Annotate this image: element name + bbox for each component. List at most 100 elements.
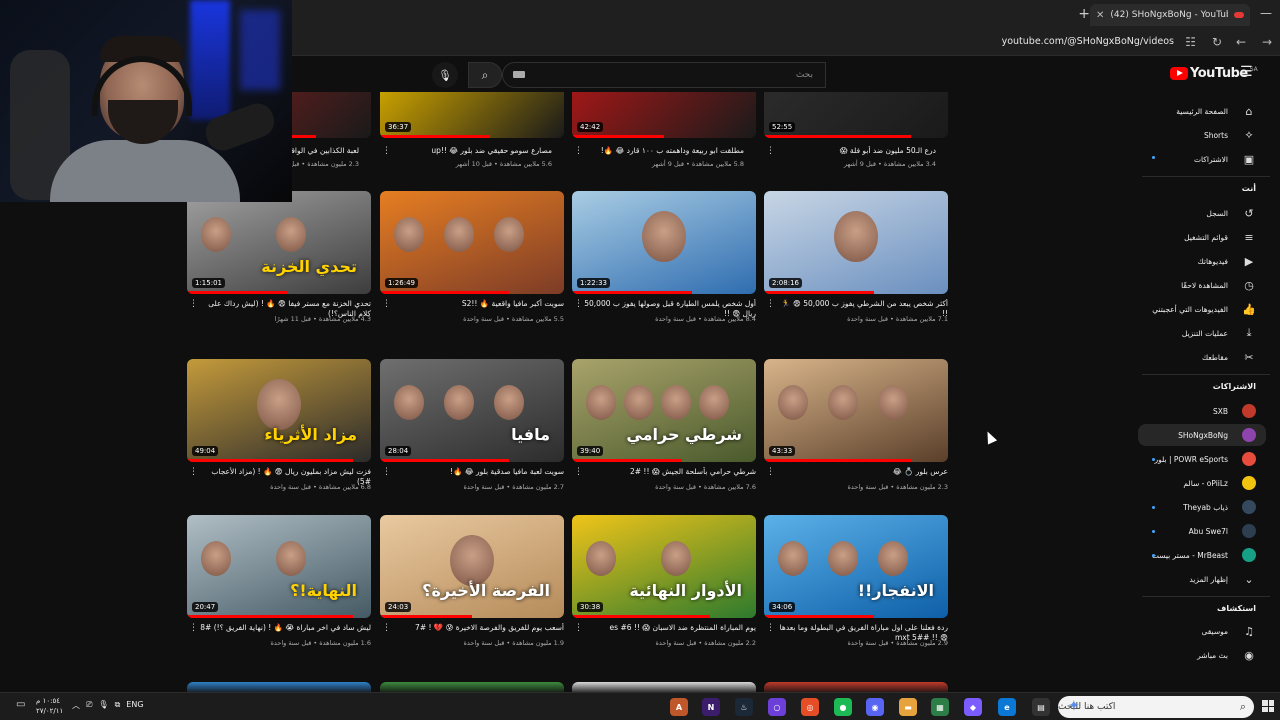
search-icon[interactable]: ⌕ xyxy=(468,62,502,88)
notification-icon[interactable]: ▭ xyxy=(16,699,25,710)
display-icon[interactable]: ⎚ xyxy=(86,700,92,711)
chrome-icon[interactable]: ◎ xyxy=(801,698,819,716)
spotify-icon[interactable]: ● xyxy=(834,698,852,716)
copilot-icon[interactable]: ◆ xyxy=(964,698,982,716)
sidebar-channel[interactable]: إظهار المزيد ⌄ xyxy=(1136,568,1256,590)
video-title[interactable]: مصارع سومو حقيقي ضد بلور 😂 !!up xyxy=(380,146,552,155)
task-view-icon[interactable]: ▤ xyxy=(1032,698,1050,716)
new-tab-button[interactable]: + xyxy=(1078,6,1090,22)
video-thumbnail[interactable]: 43:33 xyxy=(764,359,948,462)
sidebar-item-clips[interactable]: مقاطعك ✂ xyxy=(1136,346,1256,368)
video-card[interactable]: 1:22:33 ⋮ أول شخص يلمس الطيارة قبل وصولها … xyxy=(572,191,756,331)
sidebar-item-history[interactable]: السجل ↺ xyxy=(1136,202,1256,224)
discord-icon[interactable]: ◉ xyxy=(866,698,884,716)
file-explorer-icon[interactable]: ▬ xyxy=(899,698,917,716)
video-card[interactable]: 1:26:49 ⋮ سويت أكبر مافيا واقعية 🔥 !!S2 5.5… xyxy=(380,191,564,331)
more-options-icon[interactable]: ⋮ xyxy=(574,467,583,477)
more-options-icon[interactable]: ⋮ xyxy=(382,299,391,309)
sidebar-item-subscriptions[interactable]: الاشتراكات ▣ xyxy=(1136,148,1256,170)
video-thumbnail[interactable]: الفرصة الأخيرة؟ 24:03 xyxy=(380,515,564,618)
site-settings-icon[interactable]: ☷ xyxy=(1185,35,1196,49)
clock[interactable]: ١٠:٥٤ م ٢٧/٠٢/١١ xyxy=(36,696,63,716)
arc-app-icon[interactable]: A xyxy=(670,698,688,716)
next-app-icon[interactable]: N xyxy=(702,698,720,716)
video-thumbnail[interactable]: مزاد الأثرياء 49:04 xyxy=(187,359,371,462)
video-thumbnail[interactable]: مافيا 28:04 xyxy=(380,359,564,462)
video-title[interactable]: سويت لعبة مافيا صدقية بلور 😂 🔥! xyxy=(392,467,564,477)
more-options-icon[interactable]: ⋮ xyxy=(574,623,583,633)
forward-icon[interactable]: ← xyxy=(1236,35,1246,49)
more-options-icon[interactable]: ⋮ xyxy=(766,467,775,477)
more-options-icon[interactable]: ⋮ xyxy=(574,146,583,156)
more-options-icon[interactable]: ⋮ xyxy=(382,146,391,156)
you-header[interactable]: أنت xyxy=(1242,184,1256,193)
video-title[interactable]: يوم المباراة المنتظرة ضد الاسبان 😱 !! 6#… xyxy=(584,623,756,633)
more-options-icon[interactable]: ⋮ xyxy=(382,623,391,633)
network-icon[interactable]: ⧉ xyxy=(115,700,121,711)
sidebar-item-music[interactable]: موسيقى ♫ xyxy=(1136,620,1256,642)
store-icon[interactable]: ▦ xyxy=(931,698,949,716)
more-options-icon[interactable]: ⋮ xyxy=(189,623,198,633)
video-thumbnail[interactable]: 52:55 xyxy=(764,92,948,138)
video-thumbnail[interactable]: تحدي الخزنة 1:15:01 xyxy=(187,191,371,294)
video-card[interactable]: تحدي الخزنة 1:15:01 ⋮ تحدي الخزنة مع مستر ف… xyxy=(187,191,371,331)
video-thumbnail[interactable]: 36:37 xyxy=(380,92,564,138)
menu-icon[interactable]: ☰ xyxy=(1240,64,1253,80)
sidebar-channel[interactable]: SXB xyxy=(1136,400,1256,422)
video-thumbnail[interactable]: الأدوار النهائية 30:38 xyxy=(572,515,756,618)
video-thumbnail[interactable]: النهاية!؟ 20:47 xyxy=(187,515,371,618)
sidebar-item-playlist[interactable]: قوائم التشغيل ≡ xyxy=(1136,226,1256,248)
video-thumbnail[interactable]: 1:22:33 xyxy=(572,191,756,294)
expand-tray-icon[interactable]: ︿ xyxy=(72,700,80,711)
sidebar-channel[interactable]: سالم - oPiiLz xyxy=(1136,472,1256,494)
video-thumbnail[interactable]: شرطي حرامي 39:40 xyxy=(572,359,756,462)
sidebar-channel[interactable]: SHoNgxBoNg xyxy=(1138,424,1266,446)
video-thumbnail[interactable]: 42:42 xyxy=(572,92,756,138)
reload-icon[interactable]: ↻ xyxy=(1212,35,1222,49)
more-options-icon[interactable]: ⋮ xyxy=(766,146,775,156)
video-title[interactable]: عرس بلور 💍 😂 xyxy=(776,467,948,477)
window-controls[interactable]: — xyxy=(1260,6,1272,20)
more-options-icon[interactable]: ⋮ xyxy=(574,299,583,309)
subscriptions-header[interactable]: الاشتراكات xyxy=(1213,382,1256,391)
taskbar-search-input[interactable]: ⌕ اكتب هنا للبحث ✦ xyxy=(1058,696,1254,718)
video-title[interactable]: درع الـ50 مليون ضد أبو فلة 😱 xyxy=(764,146,936,155)
sidebar-item-your-videos[interactable]: فيديوهاتك ▶ xyxy=(1136,250,1256,272)
video-title[interactable]: مطلقت ابو ربيعة وداهمته ب ١٠٠ قارد 😂 🔥! xyxy=(572,146,744,155)
system-tray[interactable]: ︿ ⎚ 🎙 ⧉ ENG xyxy=(72,700,144,711)
more-options-icon[interactable]: ⋮ xyxy=(766,623,775,633)
microphone-icon[interactable]: 🎙 xyxy=(98,700,108,711)
video-title[interactable]: سويت أكبر مافيا واقعية 🔥 !!S2 xyxy=(392,299,564,309)
video-card[interactable]: الأدوار النهائية 30:38 ⋮ يوم المباراة المنت… xyxy=(572,515,756,655)
more-options-icon[interactable]: ⋮ xyxy=(766,299,775,309)
video-card[interactable]: مافيا 28:04 ⋮ سويت لعبة مافيا صدقية بلور 😂 … xyxy=(380,359,564,499)
more-options-icon[interactable]: ⋮ xyxy=(189,467,198,477)
start-icon[interactable] xyxy=(1262,700,1274,712)
video-card[interactable]: الانفجار!! 34:06 ⋮ ردة فعلنا على اول مباراة… xyxy=(764,515,948,655)
video-card[interactable]: 43:33 ⋮ عرس بلور 💍 😂 2.3 مليون مشاهدة • قبل… xyxy=(764,359,948,499)
video-card[interactable]: الفرصة الأخيرة؟ 24:03 ⋮ أسعب يوم للفريق وال… xyxy=(380,515,564,655)
sidebar-item-shorts[interactable]: Shorts ⟡ xyxy=(1136,124,1256,146)
url-field[interactable]: youtube.com/@SHoNgxBoNg/videos xyxy=(1002,36,1174,47)
video-card[interactable]: 2:08:16 ⋮ أكثر شخص يبعد من الشرطي يفوز ب 5… xyxy=(764,191,948,331)
video-thumbnail[interactable]: الانفجار!! 34:06 xyxy=(764,515,948,618)
more-options-icon[interactable]: ⋮ xyxy=(189,299,198,309)
sidebar-item-like[interactable]: الفيديوهات التي أعجبتني 👍 xyxy=(1136,298,1256,320)
video-thumbnail[interactable]: 1:26:49 xyxy=(380,191,564,294)
sidebar-item-download[interactable]: عمليات التنزيل ⤓ xyxy=(1136,322,1256,344)
browser-tab[interactable]: ✕ (42) SHoNgxBoNg - YouTube xyxy=(1090,4,1250,26)
video-title[interactable]: ليش ساد في اخر مباراة 😭 🔥 ! (نهاية الفري… xyxy=(199,623,371,633)
steam-icon[interactable]: ♨ xyxy=(735,698,753,716)
search-input[interactable]: بحث xyxy=(502,62,826,88)
close-tab-icon[interactable]: ✕ xyxy=(1096,10,1104,21)
sidebar-item-live[interactable]: بث مباشر ◉ xyxy=(1136,644,1256,666)
sidebar-item-home[interactable]: الصفحة الرئيسية ⌂ xyxy=(1136,100,1256,122)
edge-icon[interactable]: e xyxy=(998,698,1016,716)
voice-search-icon[interactable]: 🎙 xyxy=(432,62,458,88)
sidebar-item-watch-later[interactable]: المشاهدة لاحقًا ◷ xyxy=(1136,274,1256,296)
video-title[interactable]: شرطي حرامي بأسلحة الجيش 😱 !! #2 xyxy=(584,467,756,477)
video-card[interactable]: شرطي حرامي 39:40 ⋮ شرطي حرامي بأسلحة الجيش … xyxy=(572,359,756,499)
video-card[interactable]: مزاد الأثرياء 49:04 ⋮ فزت ليش مزاد بمليون ر… xyxy=(187,359,371,499)
more-options-icon[interactable]: ⋮ xyxy=(382,467,391,477)
back-icon[interactable]: → xyxy=(1262,35,1272,49)
